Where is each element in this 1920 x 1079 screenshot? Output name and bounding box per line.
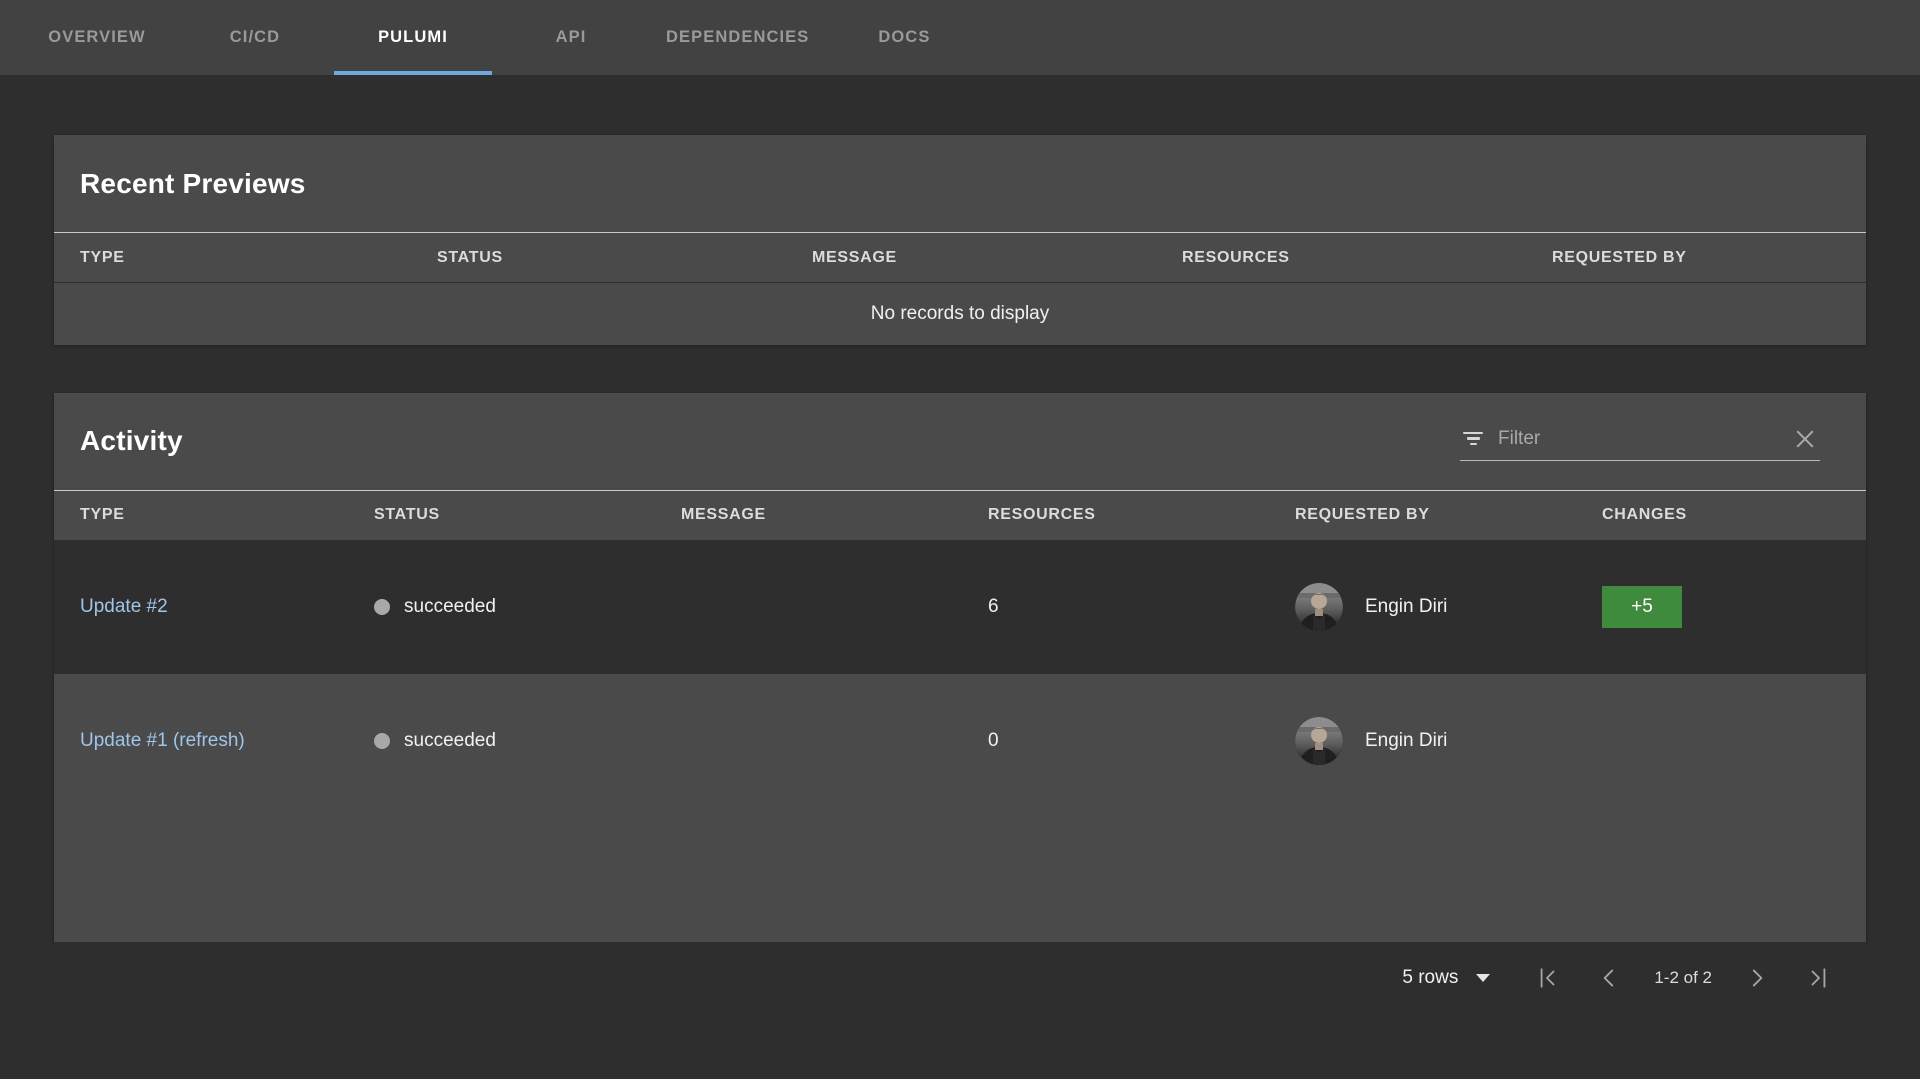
status-label: succeeded	[404, 730, 496, 751]
table-header-row: TYPE STATUS MESSAGE RESOURCES REQUESTED …	[54, 232, 1866, 283]
tab-cicd-label: CI/CD	[229, 28, 281, 46]
close-icon[interactable]	[1792, 426, 1818, 452]
cell-message	[673, 540, 980, 674]
recent-previews-table-body: No records to display	[54, 283, 1866, 345]
table-header-row: TYPE STATUS MESSAGE RESOURCES REQUESTED …	[54, 490, 1866, 540]
column-header-type[interactable]: TYPE	[54, 233, 429, 283]
column-header-changes[interactable]: CHANGES	[1594, 490, 1866, 540]
cell-message	[673, 674, 980, 808]
column-header-resources[interactable]: RESOURCES	[1174, 233, 1544, 283]
activity-table-head: TYPE STATUS MESSAGE RESOURCES REQUESTED …	[54, 490, 1866, 540]
last-page-button[interactable]	[1788, 947, 1850, 1009]
status-label: succeeded	[404, 596, 496, 618]
tab-dependencies-label: DEPENDENCIES	[666, 28, 810, 46]
first-page-icon	[1541, 968, 1555, 988]
tab-dependencies[interactable]: DEPENDENCIES	[650, 0, 825, 75]
empty-state-row: No records to display	[54, 283, 1866, 345]
column-header-message[interactable]: MESSAGE	[804, 233, 1174, 283]
column-header-requested-by[interactable]: REQUESTED BY	[1287, 490, 1594, 540]
avatar	[1295, 717, 1343, 765]
recent-previews-header: Recent Previews	[54, 135, 1866, 232]
activity-header: Activity	[54, 393, 1866, 490]
activity-filter	[1460, 422, 1820, 461]
cell-changes	[1594, 674, 1866, 808]
column-header-status[interactable]: STATUS	[366, 490, 673, 540]
tab-pulumi[interactable]: PULUMI	[334, 0, 492, 75]
update-link[interactable]: Update #2	[80, 596, 168, 617]
cell-type: Update #1 (refresh)	[54, 674, 366, 808]
column-header-status[interactable]: STATUS	[429, 233, 804, 283]
column-header-type[interactable]: TYPE	[54, 490, 366, 540]
requested-by-name: Engin Diri	[1365, 730, 1448, 751]
tab-docs[interactable]: DOCS	[825, 0, 983, 75]
activity-card: Activity TYPE STATUS MESSAGE RESOURCES	[54, 392, 1866, 943]
main-tab-bar: OVERVIEW CI/CD PULUMI API DEPENDENCIES D…	[0, 0, 1920, 75]
activity-table: TYPE STATUS MESSAGE RESOURCES REQUESTED …	[54, 490, 1866, 943]
tab-api[interactable]: API	[492, 0, 650, 75]
first-page-button[interactable]	[1516, 947, 1578, 1009]
column-header-requested-by[interactable]: REQUESTED BY	[1544, 233, 1866, 283]
page-content: Recent Previews TYPE STATUS MESSAGE RESO…	[0, 135, 1920, 1079]
cell-requested-by: Engin Diri	[1287, 674, 1594, 808]
rows-per-page-select[interactable]: 5 rows	[1402, 967, 1491, 989]
empty-state-message: No records to display	[870, 302, 1050, 324]
cell-resources: 0	[988, 730, 999, 751]
tab-overview-label: OVERVIEW	[48, 28, 146, 46]
cell-requested-by: Engin Diri	[1287, 540, 1594, 674]
recent-previews-title: Recent Previews	[80, 167, 306, 199]
chevron-right-icon	[1752, 969, 1763, 987]
tab-overview[interactable]: OVERVIEW	[18, 0, 176, 75]
cell-resources: 6	[988, 596, 999, 618]
changes-badge: +5	[1602, 586, 1682, 629]
recent-previews-table: TYPE STATUS MESSAGE RESOURCES REQUESTED …	[54, 232, 1866, 345]
requested-by-name: Engin Diri	[1365, 596, 1448, 618]
pagination-range: 1-2 of 2	[1654, 968, 1712, 987]
recent-previews-table-head: TYPE STATUS MESSAGE RESOURCES REQUESTED …	[54, 232, 1866, 283]
table-empty-space	[54, 808, 1866, 942]
cell-type: Update #2	[54, 540, 366, 674]
update-link[interactable]: Update #1 (refresh)	[80, 730, 245, 751]
tab-docs-label: DOCS	[878, 28, 931, 46]
activity-pagination: 5 rows 1-2 of 2	[54, 942, 1866, 1014]
table-row[interactable]: Update #2 succeeded 6 Engin Diri +5	[54, 540, 1866, 674]
recent-previews-card: Recent Previews TYPE STATUS MESSAGE RESO…	[54, 135, 1866, 345]
previous-page-button[interactable]	[1578, 947, 1640, 1009]
tab-api-label: API	[555, 28, 587, 46]
status-dot-icon	[374, 599, 390, 616]
activity-title: Activity	[80, 425, 183, 456]
filter-input[interactable]	[1498, 427, 1792, 450]
cell-status: succeeded	[366, 540, 673, 674]
avatar	[1295, 583, 1343, 632]
filter-list-icon	[1462, 429, 1484, 449]
chevron-down-icon	[1476, 974, 1491, 982]
cell-status: succeeded	[366, 674, 673, 808]
status-dot-icon	[374, 733, 390, 749]
rows-per-page-label: 5 rows	[1402, 967, 1459, 988]
table-row[interactable]: Update #1 (refresh) succeeded 0 Engin Di…	[54, 674, 1866, 808]
tab-pulumi-label: PULUMI	[378, 28, 448, 46]
column-header-resources[interactable]: RESOURCES	[980, 490, 1287, 540]
chevron-left-icon	[1604, 969, 1614, 987]
activity-table-body: Update #2 succeeded 6 Engin Diri +5 Upda…	[54, 540, 1866, 942]
next-page-button[interactable]	[1726, 947, 1788, 1009]
tab-cicd[interactable]: CI/CD	[176, 0, 334, 75]
column-header-message[interactable]: MESSAGE	[673, 490, 980, 540]
cell-changes: +5	[1594, 540, 1866, 674]
last-page-icon	[1811, 968, 1826, 988]
